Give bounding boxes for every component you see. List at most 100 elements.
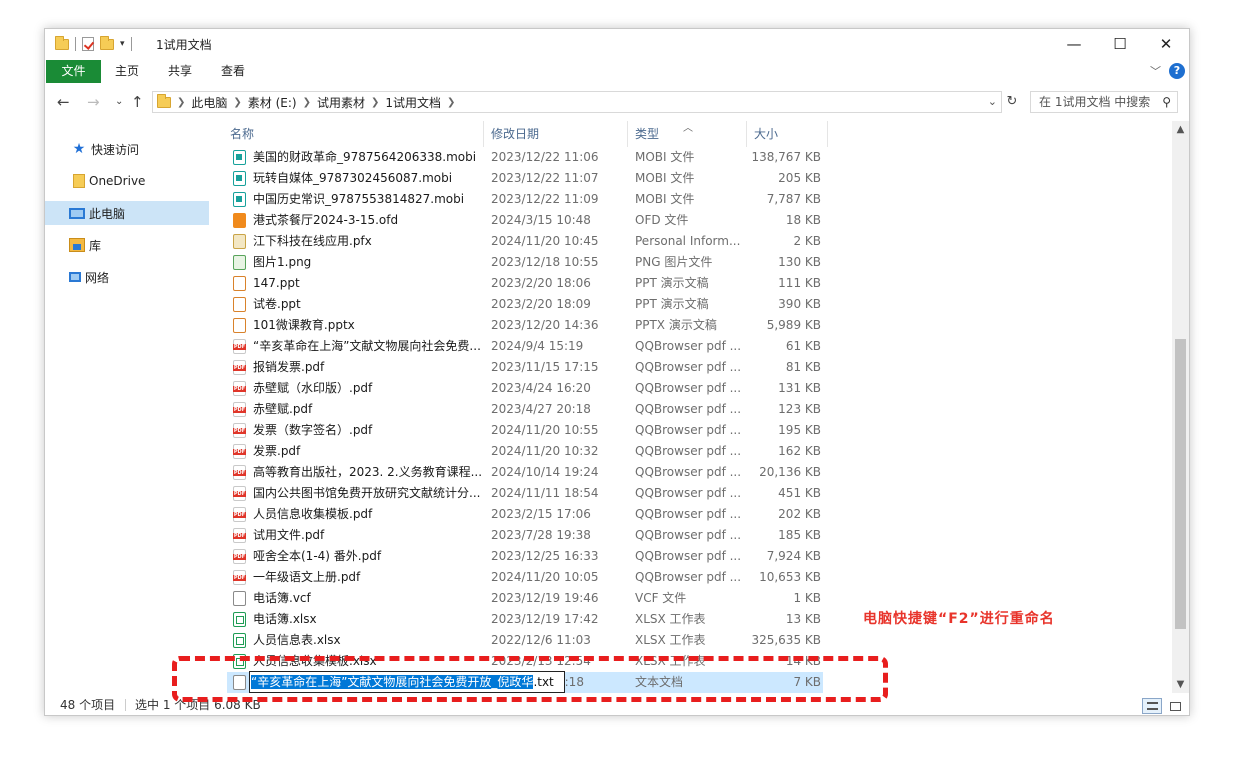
ebook-file-icon [233, 192, 246, 207]
scrollbar-thumb[interactable] [1175, 339, 1186, 629]
pdf-file-icon [233, 507, 246, 522]
scroll-down-arrow-icon[interactable]: ▼ [1172, 676, 1189, 693]
table-row[interactable]: 报销发票.pdf 2023/11/15 17:15 QQBrowser pdf ..… [227, 357, 823, 378]
breadcrumb-chevron-icon[interactable]: ❯ [177, 97, 185, 108]
column-divider[interactable] [827, 121, 828, 147]
breadcrumb-trial-materials[interactable]: 试用素材 [317, 94, 365, 111]
sidebar-item-onedrive[interactable]: OneDrive [45, 169, 209, 193]
recent-locations-chevron-icon[interactable]: ⌄ [115, 96, 123, 107]
column-header-name[interactable]: 名称 [223, 121, 483, 147]
table-row[interactable]: 江下科技在线应用.pfx 2024/11/20 10:45 Personal Inf… [227, 231, 823, 252]
details-view-icon [1147, 702, 1158, 710]
file-type: MOBI 文件 [635, 192, 695, 206]
presentation-file-icon [233, 297, 246, 312]
maximize-button[interactable]: ☐ [1097, 29, 1143, 59]
file-date: 2024/11/11 18:54 [491, 486, 599, 500]
table-row[interactable]: 试卷.ppt 2023/2/20 18:09 PPT 演示文稿 390 KB [227, 294, 823, 315]
vertical-scrollbar[interactable]: ▲ ▼ [1172, 121, 1189, 693]
breadcrumb-chevron-icon[interactable]: ❯ [447, 97, 455, 108]
file-size: 2 KB [793, 234, 821, 248]
ribbon-tabs: 文件 主页 共享 查看 ﹀ ? [45, 59, 1189, 83]
table-row-selected[interactable]: “辛亥革命在上海”文献文物展向社会免费开放_倪政华.txt 5:18 文本文档 … [227, 671, 823, 693]
sidebar-item-network[interactable]: 网络 [45, 265, 209, 289]
forward-arrow-icon[interactable]: → [87, 93, 100, 111]
file-name: 电话簿.xlsx [253, 612, 317, 626]
sidebar-item-this-pc[interactable]: 此电脑 [45, 201, 209, 225]
tab-home[interactable]: 主页 [107, 60, 147, 83]
file-name: 玩转自媒体_9787302456087.mobi [253, 171, 453, 185]
table-row[interactable]: 玩转自媒体_9787302456087.mobi 2023/12/22 11:07… [227, 168, 823, 189]
help-icon[interactable]: ? [1169, 63, 1185, 79]
table-row[interactable]: 147.ppt 2023/2/20 18:06 PPT 演示文稿 111 KB [227, 273, 823, 294]
file-size: 123 KB [778, 402, 821, 416]
scroll-up-arrow-icon[interactable]: ▲ [1172, 121, 1189, 138]
details-view-button[interactable] [1142, 698, 1162, 714]
table-row[interactable]: “辛亥革命在上海”文献文物展向社会免费... 2024/9/4 15:19 QQBr… [227, 336, 823, 357]
search-input[interactable]: 在 1试用文档 中搜索 ⚲ [1030, 91, 1178, 113]
breadcrumb-this-pc[interactable]: 此电脑 [191, 94, 227, 111]
table-row[interactable]: 中国历史常识_9787553814827.mobi 2023/12/22 11:0… [227, 189, 823, 210]
file-name: 港式茶餐厅2024-3-15.ofd [253, 213, 399, 227]
annotation-text: 电脑快捷键“F2”进行重命名 [863, 611, 1055, 627]
minimize-button[interactable]: — [1051, 29, 1097, 59]
file-name: 美国的财政革命_9787564206338.mobi [253, 150, 477, 164]
tab-share[interactable]: 共享 [160, 60, 200, 83]
table-row[interactable]: 赤壁赋（水印版）.pdf 2023/4/24 16:20 QQBrowser pdf… [227, 378, 823, 399]
sort-ascending-icon: ︿ [683, 123, 693, 134]
file-date: 2022/12/6 11:03 [491, 633, 591, 647]
table-row[interactable]: 图片1.png 2023/12/18 10:55 PNG 图片文件 130 KB [227, 252, 823, 273]
selection-info: 选中 1 个项目 6.08 KB [135, 698, 261, 712]
breadcrumb-chevron-icon[interactable]: ❯ [233, 97, 241, 108]
table-row[interactable]: 赤壁赋.pdf 2023/4/27 20:18 QQBrowser pdf ... 1… [227, 399, 823, 420]
table-row[interactable]: 一年级语文上册.pdf 2024/11/20 10:05 QQBrowser pdf… [227, 567, 823, 588]
large-icons-view-icon [1170, 702, 1181, 711]
contact-file-icon [233, 591, 246, 606]
sidebar-item-label: 此电脑 [89, 206, 126, 221]
breadcrumb-chevron-icon[interactable]: ❯ [303, 97, 311, 108]
new-folder-icon[interactable] [100, 35, 114, 50]
sidebar-item-libraries[interactable]: 库 [45, 233, 209, 257]
breadcrumb-drive-e[interactable]: 素材 (E:) [248, 94, 297, 111]
customize-toolbar-chevron-icon[interactable]: ▾ [120, 39, 125, 49]
file-date: 2024/11/20 10:55 [491, 423, 599, 437]
rename-input[interactable]: “辛亥革命在上海”文献文物展向社会免费开放_倪政华.txt [249, 671, 565, 693]
search-icon[interactable]: ⚲ [1162, 92, 1171, 112]
table-row[interactable]: 人员信息收集模板.pdf 2023/2/15 17:06 QQBrowser pdf… [227, 504, 823, 525]
table-row[interactable]: 国内公共图书馆免费开放研究文献统计分... 2024/11/11 18:54 QQB… [227, 483, 823, 504]
up-arrow-icon[interactable]: ↑ [131, 93, 144, 111]
refresh-icon[interactable]: ↻ [1004, 91, 1020, 113]
table-row[interactable]: 试用文件.pdf 2023/7/28 19:38 QQBrowser pdf ...… [227, 525, 823, 546]
table-row[interactable]: 电话簿.vcf 2023/12/19 19:46 VCF 文件 1 KB [227, 588, 823, 609]
file-date: 2023/2/15 17:06 [491, 507, 591, 521]
sidebar-item-quick-access[interactable]: ★ 快速访问 [45, 137, 209, 161]
address-history-chevron-icon[interactable]: ⌄ [988, 95, 997, 108]
expand-ribbon-chevron-icon[interactable]: ﹀ [1150, 63, 1161, 79]
address-bar[interactable]: ❯ 此电脑 ❯ 素材 (E:) ❯ 试用素材 ❯ 1试用文档 ❯ ⌄ [152, 91, 1002, 113]
file-size: 130 KB [778, 255, 821, 269]
close-button[interactable]: ✕ [1143, 29, 1189, 59]
table-row[interactable]: 发票（数字签名）.pdf 2024/11/20 10:55 QQBrowser pd… [227, 420, 823, 441]
back-arrow-icon[interactable]: ← [57, 93, 70, 111]
table-row[interactable]: 发票.pdf 2024/11/20 10:32 QQBrowser pdf ... 1… [227, 441, 823, 462]
large-icons-view-button[interactable] [1165, 698, 1185, 714]
table-row[interactable]: 人员信息表.xlsx 2022/12/6 11:03 XLSX 工作表 325,635… [227, 630, 823, 651]
file-date: 2023/12/18 10:55 [491, 255, 599, 269]
table-row[interactable]: 美国的财政革命_9787564206338.mobi 2023/12/22 11:… [227, 147, 823, 168]
column-header-date[interactable]: 修改日期 [484, 121, 627, 147]
breadcrumb-chevron-icon[interactable]: ❯ [371, 97, 379, 108]
table-row[interactable]: 港式茶餐厅2024-3-15.ofd 2024/3/15 10:48 OFD 文件 1… [227, 210, 823, 231]
file-size: 195 KB [778, 423, 821, 437]
properties-icon[interactable] [82, 37, 94, 51]
table-row[interactable]: 哑舍全本(1-4) 番外.pdf 2023/12/25 16:33 QQBrowse… [227, 546, 823, 567]
table-row[interactable]: 高等教育出版社，2023. 2.义务教育课程... 2024/10/14 19:2… [227, 462, 823, 483]
navigation-bar: ← → ⌄ ↑ ❯ 此电脑 ❯ 素材 (E:) ❯ 试用素材 ❯ 1试用文档 ❯… [45, 89, 1189, 115]
file-name: 人员信息收集模板.xlsx [253, 654, 377, 668]
table-row[interactable]: 电话簿.xlsx 2023/12/19 17:42 XLSX 工作表 13 KB [227, 609, 823, 630]
column-header-size[interactable]: 大小 [747, 121, 827, 147]
tab-view[interactable]: 查看 [213, 60, 253, 83]
table-row[interactable]: 101微课教育.pptx 2023/12/20 14:36 PPTX 演示文稿 5,9… [227, 315, 823, 336]
file-type: QQBrowser pdf ... [635, 570, 742, 584]
tab-file[interactable]: 文件 [46, 60, 101, 83]
breadcrumb-trial-docs[interactable]: 1试用文档 [385, 94, 441, 111]
table-row[interactable]: 人员信息收集模板.xlsx 2023/2/13 12:54 XLSX 工作表 14 K… [227, 651, 823, 672]
